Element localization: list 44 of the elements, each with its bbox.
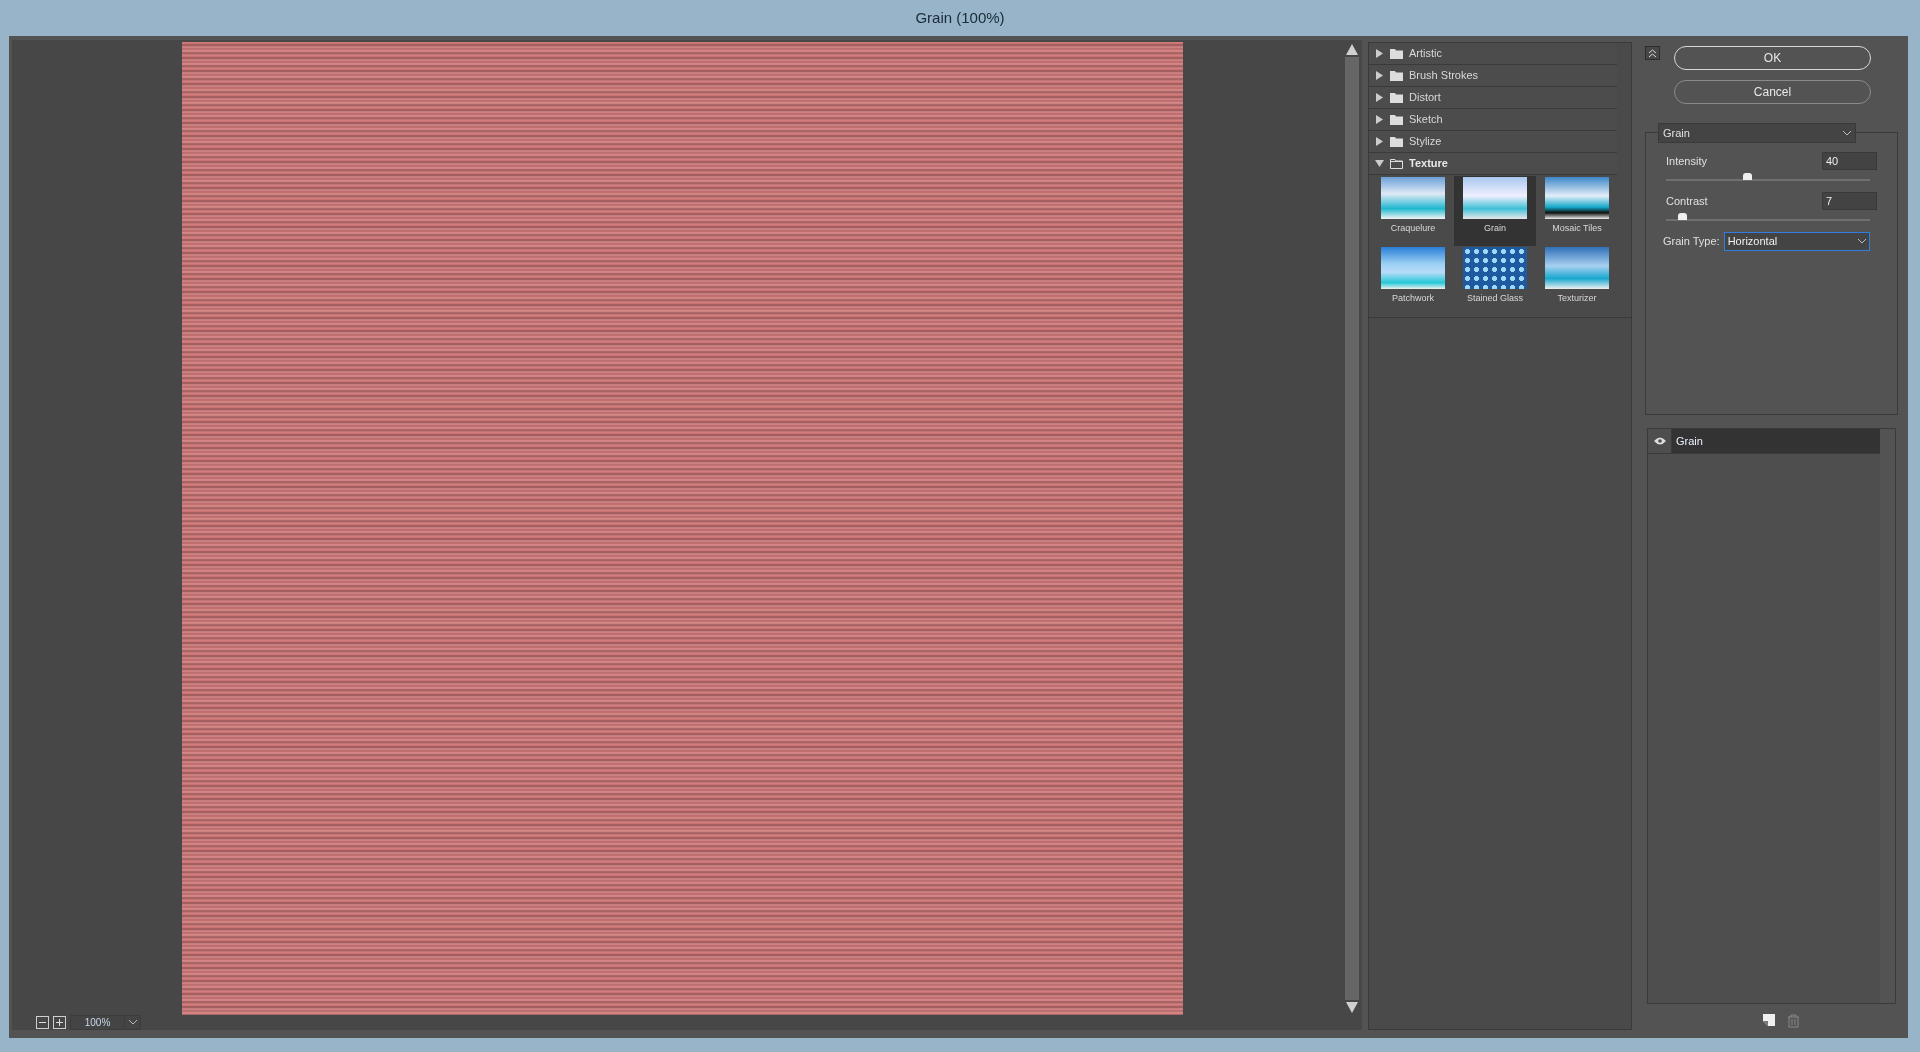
chevron-down-icon [1843, 130, 1851, 136]
eye-icon[interactable] [1653, 437, 1666, 445]
folder-icon [1390, 70, 1403, 81]
folder-icon [1390, 158, 1403, 169]
chevron-down-icon [1857, 239, 1866, 244]
filter-dropdown[interactable]: Grain [1658, 123, 1856, 143]
new-layer-icon[interactable] [1762, 1014, 1775, 1026]
grain-type-dropdown[interactable]: Horizontal [1723, 232, 1870, 251]
minus-icon [39, 1022, 46, 1023]
zoom-out-button[interactable] [36, 1016, 49, 1029]
folder-icon [1390, 92, 1403, 103]
zoom-dropdown[interactable]: 100% [70, 1015, 141, 1030]
scrollbar-thumb[interactable] [1344, 57, 1359, 1000]
filter-thumbnail[interactable]: Texturizer [1536, 246, 1618, 316]
value-field[interactable]: 7 [1822, 192, 1877, 210]
plus-icon [56, 1019, 63, 1026]
double-chevron-up-icon [1648, 48, 1657, 58]
scroll-up-icon[interactable] [1345, 44, 1358, 55]
filter-thumbnail[interactable]: Patchwork [1372, 246, 1454, 316]
folder-icon [1390, 48, 1403, 59]
thumbnail-image [1381, 177, 1445, 219]
value-field[interactable]: 40 [1822, 152, 1877, 170]
thumbnail-image [1463, 177, 1527, 219]
collapse-button[interactable] [1645, 46, 1660, 60]
filter-thumbnail[interactable]: Craquelure [1372, 176, 1454, 246]
folder-icon [1390, 114, 1403, 125]
slider-thumb[interactable] [1743, 173, 1753, 180]
folder-icon [1390, 136, 1403, 147]
thumbnail-image [1545, 247, 1609, 289]
thumbnail-image [1545, 177, 1609, 219]
scroll-down-icon[interactable] [1345, 1002, 1358, 1013]
slider-label: Contrast [1666, 193, 1708, 209]
filter-thumbnail[interactable]: Mosaic Tiles [1536, 176, 1618, 246]
layer-item[interactable]: Grain [1672, 429, 1880, 453]
filter-thumbnail[interactable]: Grain [1454, 176, 1536, 246]
grain-type-label: Grain Type: [1663, 234, 1720, 250]
window-title: Grain (100%) [915, 7, 1005, 28]
chevron-down-icon [128, 1020, 137, 1025]
filter-thumbnail[interactable]: Stained Glass [1454, 246, 1536, 316]
slider-thumb[interactable] [1677, 213, 1687, 220]
zoom-in-button[interactable] [53, 1016, 66, 1029]
slider-label: Intensity [1666, 153, 1707, 169]
thumbnail-image [1463, 247, 1527, 289]
thumbnail-image [1381, 247, 1445, 289]
